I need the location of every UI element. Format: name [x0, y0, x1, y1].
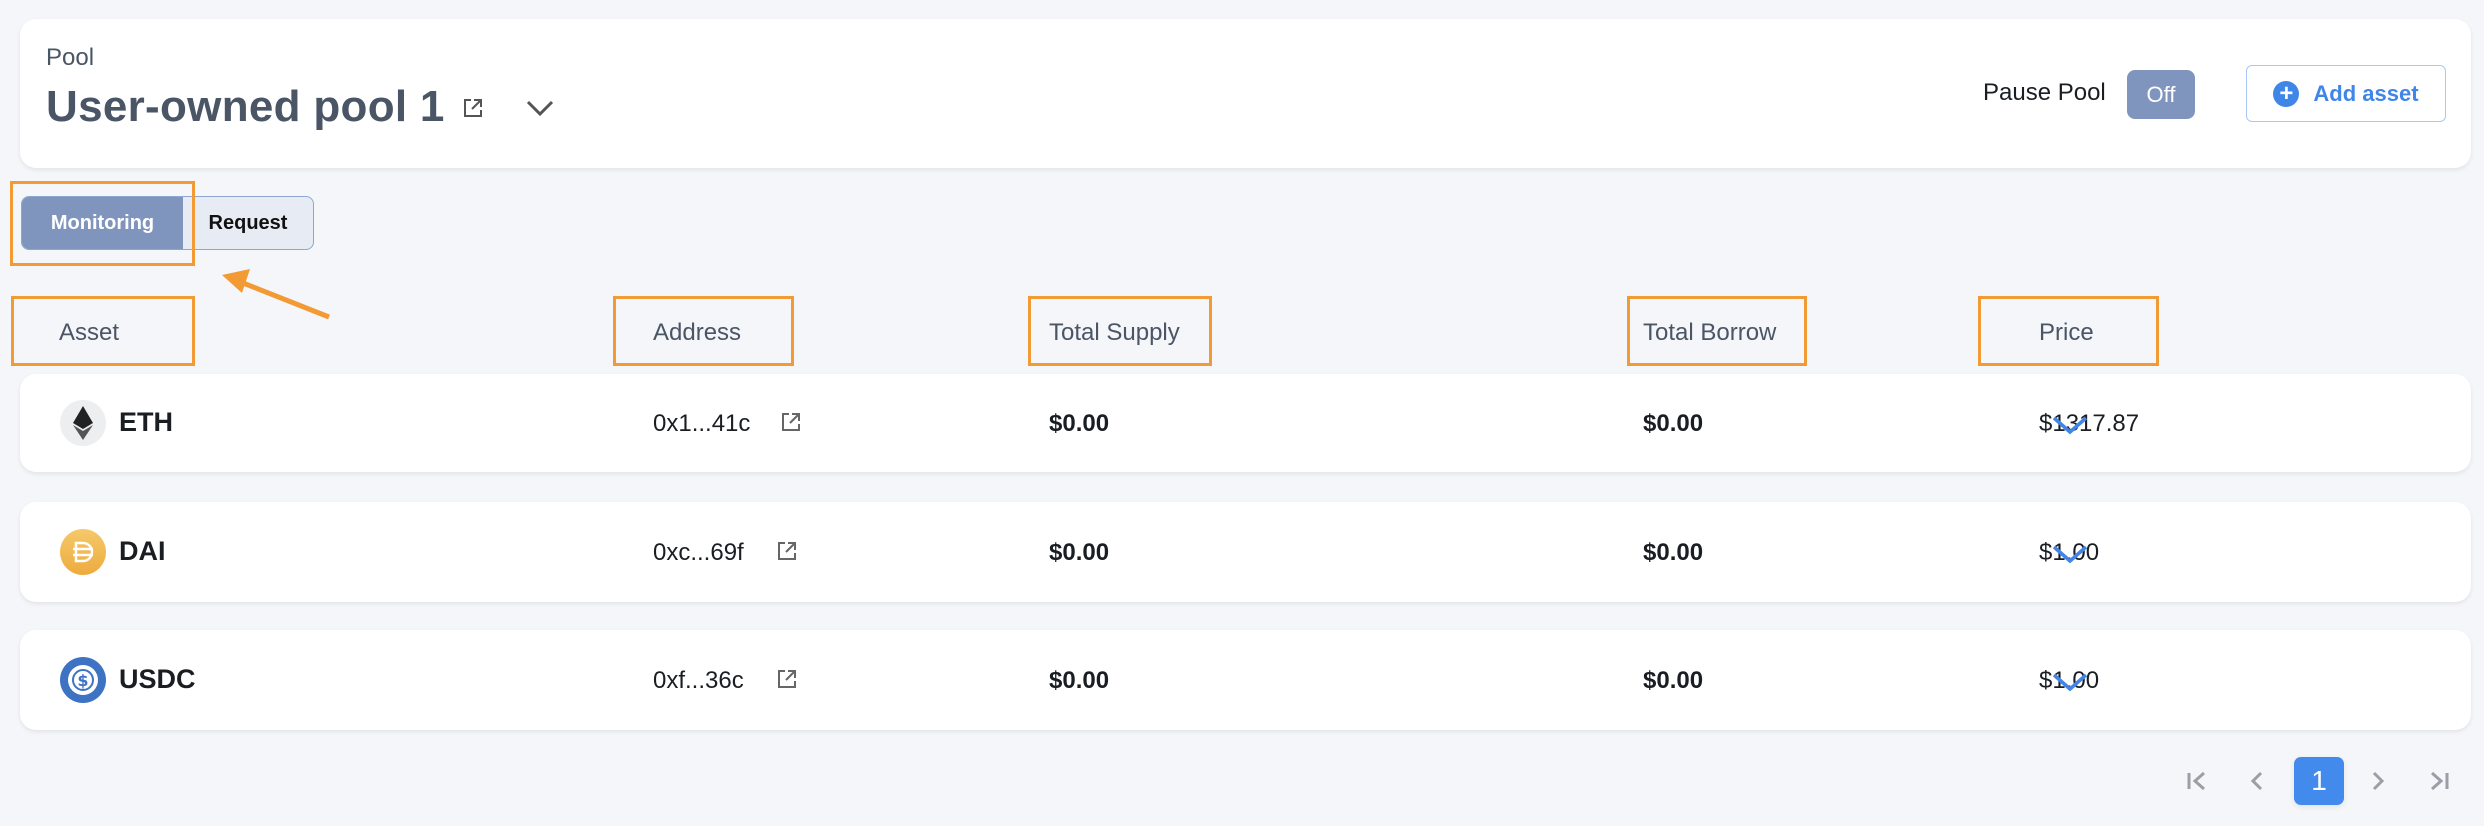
- total-supply: $0.00: [1049, 667, 1110, 694]
- asset-symbol: ETH: [119, 407, 173, 437]
- next-page-button[interactable]: [2366, 757, 2390, 805]
- table-row[interactable]: ETH 0x1...41c $0.00 $0.00 $1317.87: [20, 374, 2471, 472]
- chevron-down-icon[interactable]: [524, 96, 556, 120]
- ethereum-icon: [60, 400, 106, 446]
- column-header-price: Price: [2039, 319, 2094, 346]
- table-row[interactable]: $ USDC 0xf...36c $0.00 $0.00 $1.00: [20, 630, 2471, 730]
- external-link-icon[interactable]: [776, 668, 798, 695]
- total-borrow: $0.00: [1643, 667, 1704, 694]
- last-page-button[interactable]: [2424, 757, 2454, 805]
- external-link-icon[interactable]: [776, 540, 798, 567]
- expand-chevron-icon[interactable]: [2048, 667, 2092, 697]
- asset-address: 0xf...36c: [653, 667, 744, 694]
- tab-request[interactable]: Request: [183, 197, 313, 249]
- usdc-icon: $: [60, 657, 106, 703]
- page-1-button[interactable]: 1: [2294, 757, 2344, 805]
- expand-chevron-icon[interactable]: [2048, 539, 2092, 569]
- total-borrow: $0.00: [1643, 539, 1704, 566]
- table-row[interactable]: DAI 0xc...69f $0.00 $0.00 $1.00: [20, 502, 2471, 602]
- total-supply: $0.00: [1049, 410, 1110, 437]
- column-header-total-supply: Total Supply: [1049, 319, 1180, 346]
- annotation-arrow: [222, 269, 330, 320]
- external-link-icon[interactable]: [460, 95, 486, 121]
- pause-pool-label: Pause Pool: [1983, 79, 2106, 106]
- total-borrow: $0.00: [1643, 410, 1704, 437]
- expand-chevron-icon[interactable]: [2048, 410, 2092, 440]
- add-asset-label: Add asset: [2313, 80, 2419, 106]
- first-page-button[interactable]: [2182, 757, 2212, 805]
- column-header-address: Address: [653, 319, 742, 346]
- pool-section-label: Pool: [46, 44, 95, 71]
- column-header-total-borrow: Total Borrow: [1643, 319, 1777, 346]
- previous-page-button[interactable]: [2245, 757, 2269, 805]
- asset-address: 0x1...41c: [653, 410, 751, 437]
- asset-symbol: USDC: [119, 664, 196, 694]
- column-header-asset: Asset: [59, 319, 120, 346]
- highlight-box-monitoring: [10, 181, 195, 266]
- add-asset-button[interactable]: + Add asset: [2246, 65, 2446, 122]
- total-supply: $0.00: [1049, 539, 1110, 566]
- plus-circle-icon: +: [2273, 80, 2300, 107]
- external-link-icon[interactable]: [780, 411, 802, 438]
- svg-text:$: $: [77, 671, 88, 690]
- pause-pool-toggle[interactable]: Off: [2127, 70, 2195, 119]
- asset-symbol: DAI: [119, 536, 166, 566]
- asset-address: 0xc...69f: [653, 539, 744, 566]
- dai-icon: [60, 529, 106, 575]
- page-title: User-owned pool 1: [46, 82, 445, 131]
